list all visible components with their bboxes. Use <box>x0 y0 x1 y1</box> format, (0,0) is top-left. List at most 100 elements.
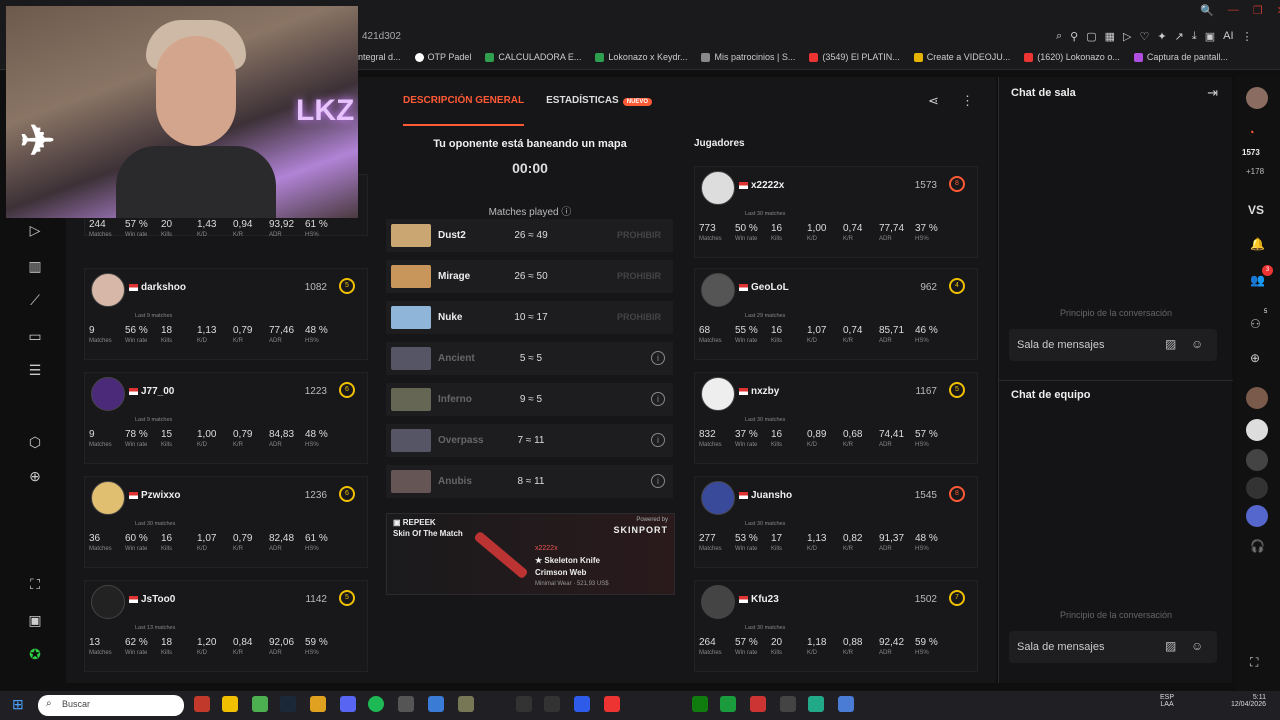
map-row[interactable]: Anubis 8 ≈ 11 i <box>386 465 673 498</box>
vs-button[interactable]: VS <box>1248 203 1264 217</box>
ban-button[interactable]: PROHIBIR <box>617 312 661 322</box>
play-icon[interactable]: ▷ <box>26 222 44 240</box>
player-card[interactable]: GeoLoL 962 4 Last 29 matches 68 Matches 55 % Wi… <box>694 268 978 360</box>
download-icon[interactable]: ⤓ <box>1192 30 1197 43</box>
puzzle-icon[interactable]: ✦ <box>1157 30 1166 43</box>
discord-icon[interactable] <box>340 696 356 712</box>
avatar[interactable] <box>701 171 735 205</box>
taskbar-search[interactable]: ⌕ Buscar <box>38 695 184 716</box>
clock[interactable]: 5:11 12/04/2026 <box>1222 694 1266 708</box>
player-name[interactable]: nxzby <box>751 386 779 397</box>
more-icon[interactable]: ⋮ <box>961 93 974 109</box>
avatar[interactable] <box>701 377 735 411</box>
app-icon[interactable] <box>516 696 532 712</box>
spotify-icon[interactable] <box>368 696 384 712</box>
avatar[interactable] <box>91 585 125 619</box>
emoji-icon[interactable]: ☺ <box>1191 337 1203 351</box>
collapse-icon[interactable]: ⇥ <box>1207 85 1218 101</box>
add-icon[interactable]: ⊕ <box>26 468 44 486</box>
map-row[interactable]: Inferno 9 ≈ 5 i <box>386 383 673 416</box>
tab-title[interactable]: 421d302 <box>362 31 401 42</box>
friend-avatar[interactable] <box>1246 505 1268 527</box>
video-icon[interactable]: ▭ <box>26 328 44 346</box>
play-icon[interactable]: ▷ <box>1123 30 1131 43</box>
friend-avatar[interactable] <box>1246 477 1268 499</box>
player-card[interactable]: nxzby 1167 5 Last 30 matches 832 Matches 37 % W… <box>694 372 978 464</box>
map-row[interactable]: Mirage 26 ≈ 50 PROHIBIR <box>386 260 673 293</box>
player-name[interactable]: x2222x <box>751 180 784 191</box>
info-icon[interactable]: i <box>651 433 665 447</box>
team-message-input[interactable]: Sala de mensajes ▨ ☺ <box>1009 631 1217 663</box>
minimize-icon[interactable]: — <box>1228 4 1239 17</box>
crop-icon[interactable]: ▢ <box>1086 30 1096 43</box>
steam-icon[interactable] <box>280 696 296 712</box>
ban-button[interactable]: PROHIBIR <box>617 230 661 240</box>
player-card[interactable]: JsToo0 1142 5 Last 13 matches 13 Matches 62 % W… <box>84 580 368 672</box>
avatar[interactable] <box>91 273 125 307</box>
bell-icon[interactable]: 🔔 <box>1250 237 1265 251</box>
avatar[interactable] <box>91 481 125 515</box>
ai-button[interactable]: AI <box>1223 30 1233 43</box>
info-icon[interactable]: i <box>651 351 665 365</box>
app-icon[interactable] <box>428 696 444 712</box>
search-icon[interactable]: 🔍 <box>1200 4 1214 17</box>
player-name[interactable]: JsToo0 <box>141 594 175 605</box>
avatar[interactable] <box>701 273 735 307</box>
bookmark[interactable]: (1620) Lokonazo o... <box>1024 52 1120 62</box>
friend-avatar[interactable] <box>1246 419 1268 441</box>
player-name[interactable]: GeoLoL <box>751 282 789 293</box>
zoom-icon[interactable]: ⌕ <box>1056 30 1062 43</box>
start-icon[interactable]: ⊞ <box>12 696 24 713</box>
language-indicator[interactable]: ESP LAA <box>1160 694 1174 708</box>
bookmark[interactable]: Create a VIDEOJU... <box>913 52 1010 62</box>
bag-icon[interactable]: ▣ <box>26 612 44 630</box>
player-name[interactable]: Kfu23 <box>751 594 779 605</box>
player-name[interactable]: Pzwixxo <box>141 490 180 501</box>
close-icon[interactable]: ✕ <box>1277 4 1280 17</box>
app-icon[interactable] <box>808 696 824 712</box>
tab-general[interactable]: DESCRIPCIÓN GENERAL <box>403 95 525 126</box>
app-icon[interactable] <box>750 696 766 712</box>
friends-icon[interactable]: 👥 <box>1250 273 1265 287</box>
expand-icon[interactable]: ⛶ <box>26 576 44 594</box>
app-icon[interactable] <box>194 696 210 712</box>
ban-button[interactable]: PROHIBIR <box>617 271 661 281</box>
headset-icon[interactable]: 🎧 <box>1250 539 1265 553</box>
info-icon[interactable]: i <box>651 474 665 488</box>
player-card[interactable]: J77_00 1223 6 Last 9 matches 9 Matches 78 % Win… <box>84 372 368 464</box>
app-icon[interactable] <box>780 696 796 712</box>
app-icon[interactable] <box>458 696 474 712</box>
image-icon[interactable]: ▨ <box>1165 639 1176 653</box>
bookmark[interactable]: Mis patrocinios | S... <box>701 52 795 62</box>
player-name[interactable]: darkshoo <box>141 282 186 293</box>
wallet-icon[interactable]: ▣ <box>1205 30 1215 43</box>
avatar[interactable] <box>1246 87 1268 109</box>
bookmark[interactable]: OTP Padel <box>414 52 471 62</box>
player-card[interactable]: Juansho 1545 8 Last 30 matches 277 Matches 53 … <box>694 476 978 568</box>
pin-icon[interactable]: ⚲ <box>1070 30 1078 43</box>
player-card[interactable]: Pzwixxo 1236 6 Last 30 matches 36 Matches 60 %… <box>84 476 368 568</box>
player-card[interactable]: Kfu23 1502 7 Last 30 matches 264 Matches 57 % W… <box>694 580 978 672</box>
share-icon[interactable]: ⋖ <box>928 93 939 109</box>
list-icon[interactable]: ☰ <box>26 362 44 380</box>
app-icon[interactable] <box>574 696 590 712</box>
browser-icon[interactable] <box>252 696 268 712</box>
share-icon[interactable]: ↗ <box>1175 30 1184 43</box>
xbox-icon[interactable] <box>692 696 708 712</box>
app-icon[interactable] <box>604 696 620 712</box>
add-friend-icon[interactable]: ⊕ <box>1250 351 1260 365</box>
bookmark[interactable]: (3549) El PLATIN... <box>809 52 900 62</box>
tab-stats[interactable]: ESTADÍSTICAS NUEVO <box>546 95 653 126</box>
friend-avatar[interactable] <box>1246 449 1268 471</box>
menu-icon[interactable]: ⋮ <box>1242 30 1253 43</box>
map-row[interactable]: Ancient 5 ≈ 5 i <box>386 342 673 375</box>
player-card[interactable]: darkshoo 1082 5 Last 9 matches 9 Matches 56 % W… <box>84 268 368 360</box>
app-icon[interactable] <box>398 696 414 712</box>
avatar[interactable] <box>701 585 735 619</box>
avatar[interactable] <box>701 481 735 515</box>
info-icon[interactable]: i <box>651 392 665 406</box>
chart-icon[interactable]: ⟋ <box>26 292 44 310</box>
grid-icon[interactable]: ▦ <box>1105 30 1115 43</box>
avatar[interactable] <box>91 377 125 411</box>
shield-icon[interactable]: ⬡ <box>26 434 44 452</box>
